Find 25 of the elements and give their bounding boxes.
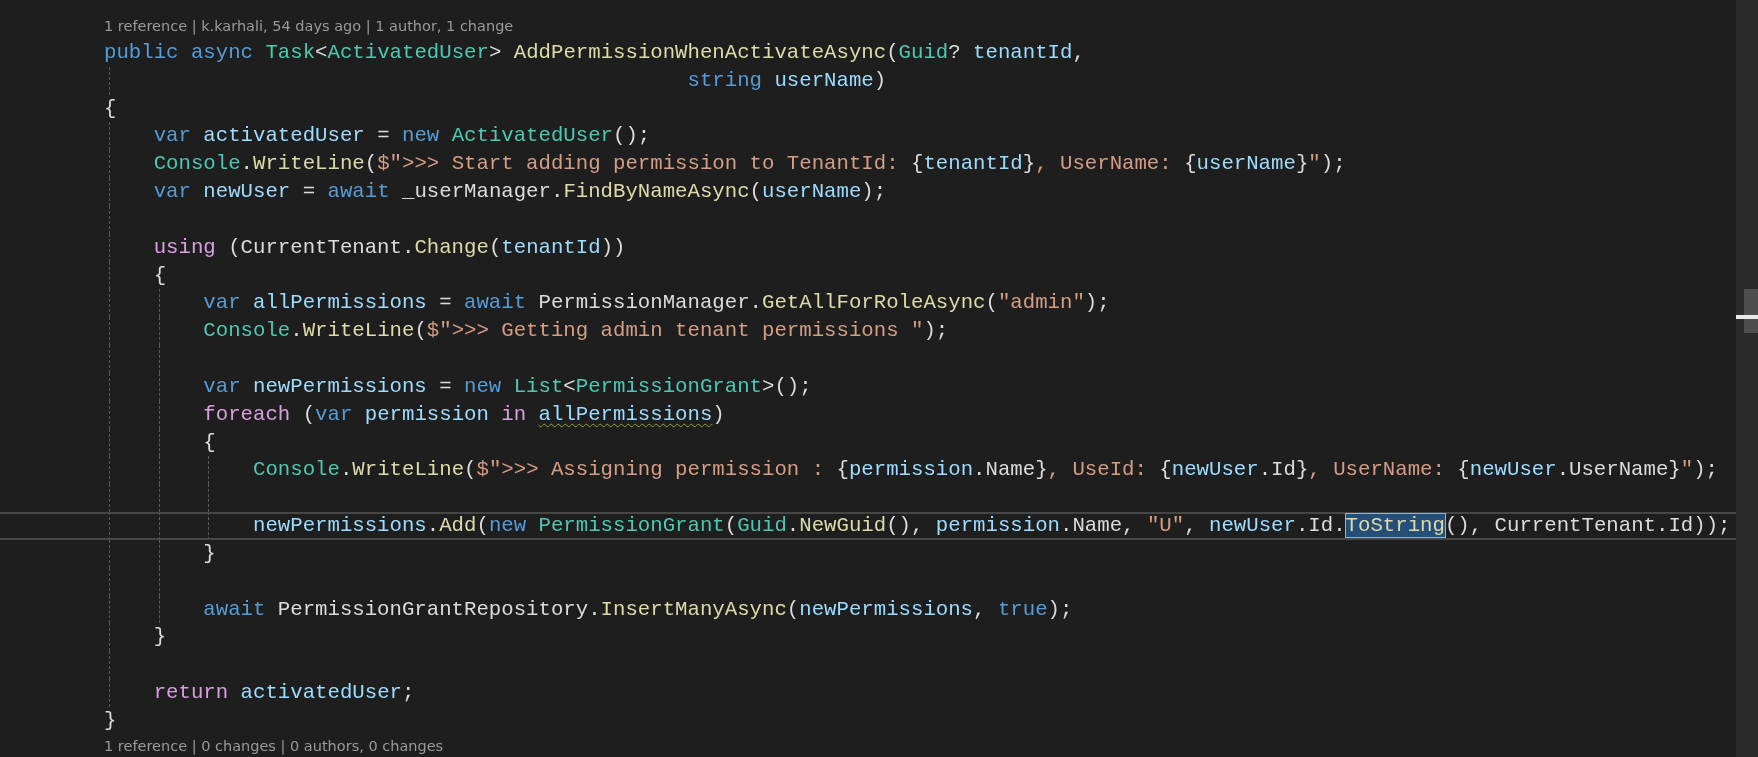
code-line: }	[202, 540, 216, 567]
code-line: foreach (var permission in allPermissions)	[202, 401, 725, 428]
code-line: var newUser = await _userManager.FindByNameAsync(userName);	[152, 179, 887, 206]
code-line: var allPermissions = await PermissionManager.GetAllForRoleAsync("admin");	[202, 290, 1110, 317]
code-lens-text[interactable]: 1 reference | k.karhali, 54 days ago | 1 author, 1 change	[104, 14, 514, 39]
caret-position-marker	[1736, 315, 1758, 319]
code-line: {	[152, 262, 167, 289]
code-line: using (CurrentTenant.Change(tenantId))	[152, 234, 626, 261]
code-line: return activatedUser;	[152, 680, 415, 707]
code-line: {	[104, 95, 117, 122]
code-line: Console.WriteLine($">>> Assigning permission : {permission.Name}, UseId: {newUser.Id}, UserName: {newUser.UserName}");	[251, 457, 1719, 484]
code-line: await PermissionGrantRepository.InsertManyAsync(newPermissions, true);	[202, 596, 1073, 623]
code-line: }	[152, 624, 167, 651]
code-line: {	[202, 429, 216, 456]
code-line: newPermissions.Add(new PermissionGrant(Guid.NewGuid(), permission.Name, "U", newUser.Id.ToString(), CurrentTenant.Id));	[251, 513, 1731, 540]
vertical-scrollbar[interactable]	[1736, 0, 1758, 757]
code-line: var newPermissions = new List<PermissionGrant>();	[202, 373, 812, 400]
code-line: }	[104, 707, 117, 734]
code-line: var activatedUser = new ActivatedUser();	[152, 123, 651, 150]
code-line: public async Task<ActivatedUser> AddPermissionWhenActivateAsync(Guid? tenantId,	[104, 40, 1085, 66]
code-line: Console.WriteLine($">>> Start adding permission to TenantId: {tenantId}, UserName: {userName}");	[152, 151, 1346, 178]
scrollbar-thumb[interactable]	[1744, 289, 1758, 333]
code-line: Console.WriteLine($">>> Getting admin tenant permissions ");	[202, 318, 949, 345]
code-line: string userName)	[686, 67, 887, 94]
code-lens-text[interactable]: 1 reference | 0 changes | 0 authors, 0 changes	[104, 734, 444, 757]
